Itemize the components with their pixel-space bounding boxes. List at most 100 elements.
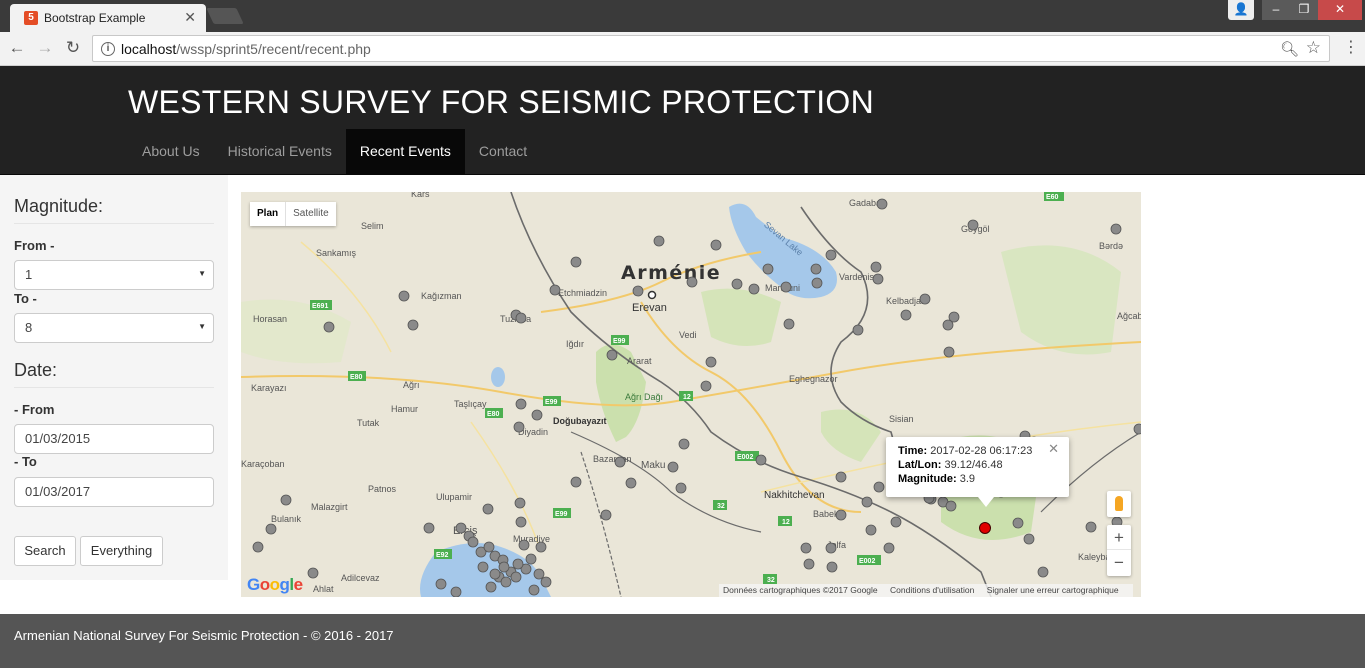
earthquake-marker[interactable] [280,494,292,506]
zoom-icon[interactable]: 🔍︎ [1280,40,1299,58]
earthquake-marker[interactable] [731,278,743,290]
earthquake-marker[interactable] [518,539,530,551]
earthquake-marker[interactable] [852,324,864,336]
earthquake-marker[interactable] [467,536,479,548]
map-type-plan[interactable]: Plan [250,202,287,226]
minimize-icon[interactable]: – [1262,0,1290,20]
date-from-input[interactable]: 01/03/2015 [14,424,214,454]
nav-contact[interactable]: Contact [465,129,541,175]
earthquake-marker[interactable] [890,516,902,528]
zoom-out-button[interactable]: − [1107,550,1131,575]
earthquake-marker[interactable] [407,319,419,331]
earthquake-marker[interactable] [450,586,462,597]
earthquake-marker[interactable] [549,284,561,296]
earthquake-marker[interactable] [485,581,497,593]
earthquake-marker[interactable] [514,497,526,509]
earthquake-marker[interactable] [477,561,489,573]
earthquake-marker[interactable] [700,380,712,392]
earthquake-marker[interactable] [755,454,767,466]
earthquake-marker[interactable] [883,542,895,554]
earthquake-marker[interactable] [512,558,524,570]
earthquake-marker[interactable] [500,576,512,588]
earthquake-marker[interactable] [678,438,690,450]
selected-earthquake-marker[interactable] [979,522,991,534]
terms-link[interactable]: Conditions d'utilisation [890,585,974,595]
earthquake-marker[interactable] [861,496,873,508]
earthquake-marker[interactable] [570,476,582,488]
earthquake-marker[interactable] [780,281,792,293]
browser-menu-icon[interactable]: ⋮ [1343,40,1359,56]
earthquake-marker[interactable] [1037,566,1049,578]
earthquake-marker[interactable] [825,542,837,554]
earthquake-marker[interactable] [1110,223,1122,235]
new-tab-button[interactable] [206,8,244,24]
magnitude-to-select[interactable]: 8 ▼ [14,313,214,343]
info-icon[interactable]: i [101,42,115,56]
earthquake-marker[interactable] [513,421,525,433]
earthquake-marker[interactable] [705,356,717,368]
earthquake-marker[interactable] [483,541,495,553]
date-to-input[interactable]: 01/03/2017 [14,477,214,507]
earthquake-marker[interactable] [762,263,774,275]
earthquake-marker[interactable] [528,584,540,596]
earthquake-marker[interactable] [876,198,888,210]
earthquake-marker[interactable] [686,276,698,288]
user-profile-icon[interactable]: 👤 [1228,0,1254,20]
earthquake-marker[interactable] [783,318,795,330]
earthquake-marker[interactable] [748,283,760,295]
earthquake-marker[interactable] [489,568,501,580]
earthquake-marker[interactable] [653,235,665,247]
earthquake-marker[interactable] [943,346,955,358]
earthquake-marker[interactable] [800,542,812,554]
earthquake-marker[interactable] [835,471,847,483]
earthquake-marker[interactable] [810,263,822,275]
earthquake-marker[interactable] [1133,423,1141,435]
earthquake-marker[interactable] [811,277,823,289]
forward-arrow-icon[interactable]: → [36,39,54,57]
earthquake-marker[interactable] [873,481,885,493]
earthquake-marker[interactable] [570,256,582,268]
maximize-icon[interactable]: ❐ [1290,0,1318,20]
earthquake-marker[interactable] [510,571,522,583]
google-logo[interactable]: Google [247,575,303,595]
nav-recent-events[interactable]: Recent Events [345,129,465,175]
earthquake-marker[interactable] [515,398,527,410]
earthquake-marker[interactable] [870,261,882,273]
zoom-in-button[interactable]: + [1107,525,1131,550]
earthquake-marker[interactable] [675,482,687,494]
earthquake-marker[interactable] [872,273,884,285]
earthquake-marker[interactable] [535,541,547,553]
earthquake-marker[interactable] [398,290,410,302]
earthquake-map[interactable]: Kars Selim Sankamış Kağızman Horasan Karayaz… [241,192,1141,597]
earthquake-marker[interactable] [435,578,447,590]
back-arrow-icon[interactable]: ← [8,39,26,57]
earthquake-marker[interactable] [540,576,552,588]
earthquake-marker[interactable] [835,509,847,521]
tab-close-icon[interactable]: ✕ [184,9,196,26]
earthquake-marker[interactable] [531,409,543,421]
street-view-pegman-icon[interactable] [1107,491,1131,517]
earthquake-marker[interactable] [606,349,618,361]
earthquake-marker[interactable] [307,567,319,579]
earthquake-marker[interactable] [482,503,494,515]
magnitude-from-select[interactable]: 1 ▼ [14,260,214,290]
earthquake-marker[interactable] [803,558,815,570]
window-close-icon[interactable]: ✕ [1318,0,1362,20]
nav-about-us[interactable]: About Us [128,129,214,175]
earthquake-marker[interactable] [525,553,537,565]
earthquake-marker[interactable] [625,477,637,489]
earthquake-marker[interactable] [323,321,335,333]
search-button[interactable]: Search [14,536,76,566]
earthquake-marker[interactable] [515,516,527,528]
earthquake-marker[interactable] [1012,517,1024,529]
everything-button[interactable]: Everything [80,536,163,566]
nav-historical-events[interactable]: Historical Events [214,129,346,175]
report-error-link[interactable]: Signaler une erreur cartographique [987,585,1119,595]
earthquake-marker[interactable] [252,541,264,553]
reload-icon[interactable]: ↻ [64,39,82,57]
close-icon[interactable]: ✕ [1048,442,1059,456]
map-type-satellite[interactable]: Satellite [286,202,336,226]
earthquake-marker[interactable] [900,309,912,321]
earthquake-marker[interactable] [1085,521,1097,533]
earthquake-marker[interactable] [865,524,877,536]
